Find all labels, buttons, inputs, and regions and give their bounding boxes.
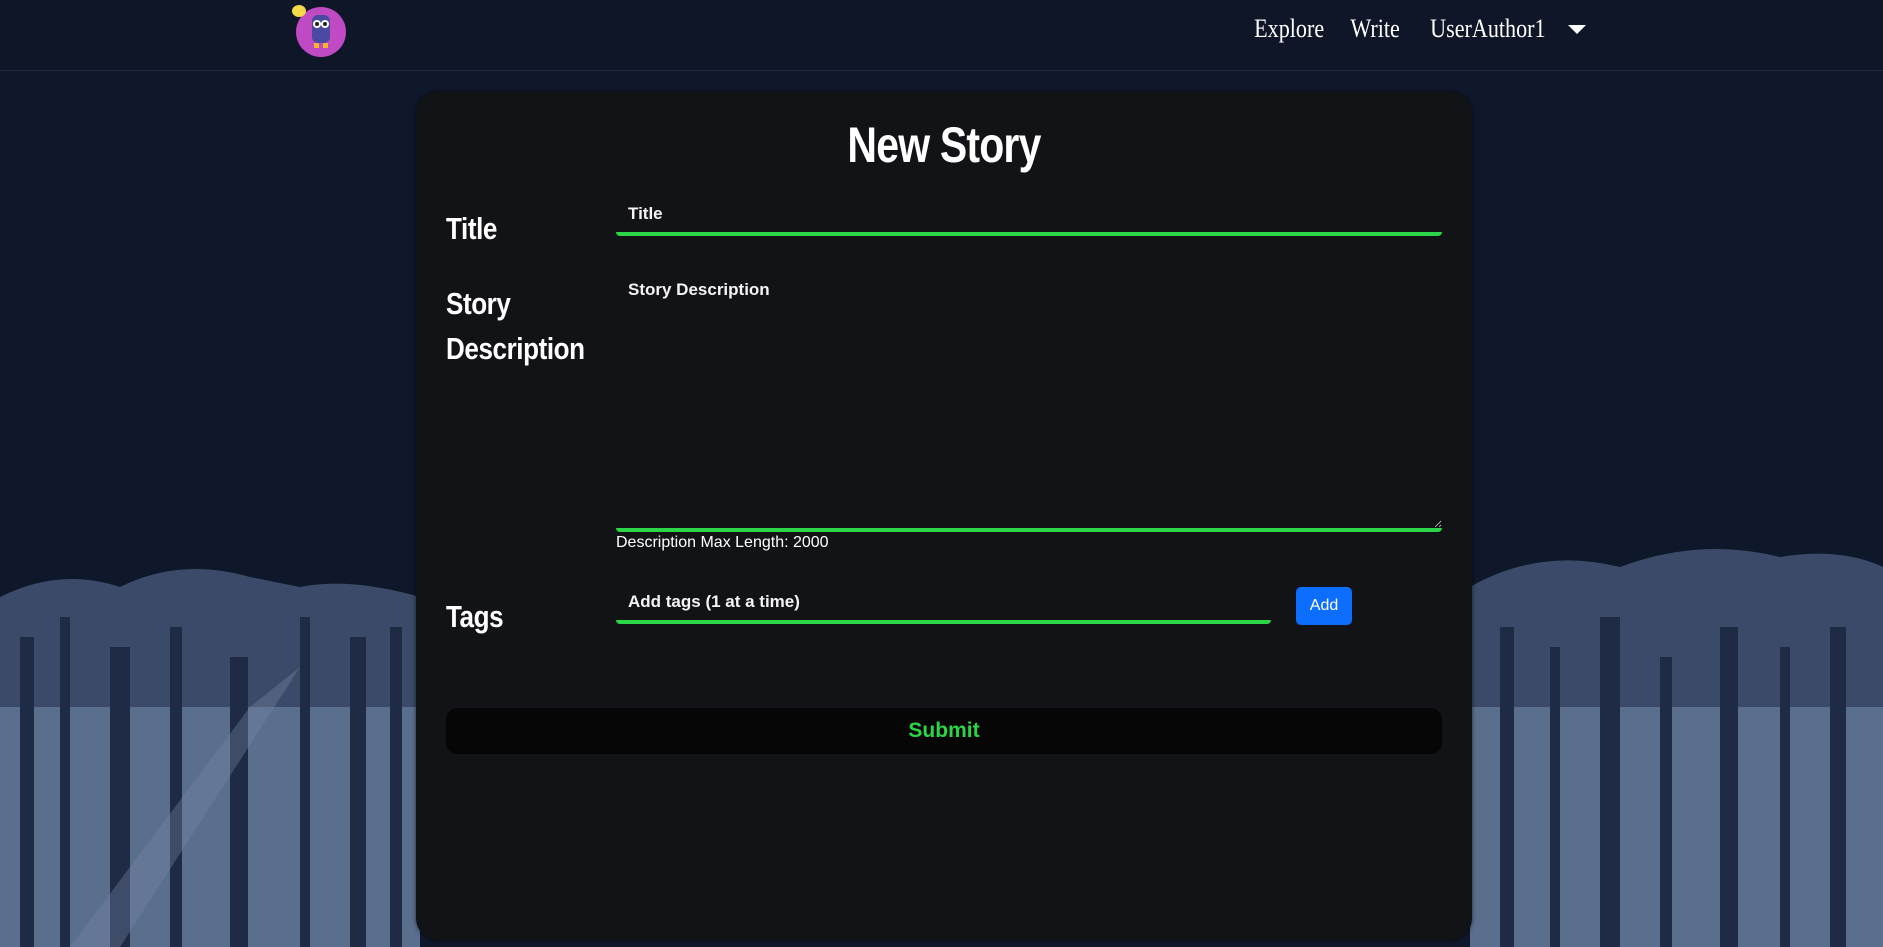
nav-links: Explore Write UserAuthor1 xyxy=(1248,14,1586,44)
top-navbar: Explore Write UserAuthor1 xyxy=(0,0,1883,71)
title-input[interactable] xyxy=(616,196,1442,236)
tags-input[interactable] xyxy=(616,584,1271,624)
description-max-length-hint: Description Max Length: 2000 xyxy=(616,534,829,551)
tags-label: Tags xyxy=(446,599,504,634)
nav-explore-link[interactable]: Explore xyxy=(1254,14,1324,44)
owl-logo-icon[interactable] xyxy=(292,5,346,57)
user-menu-toggle[interactable]: UserAuthor1 xyxy=(1430,14,1545,44)
submit-button[interactable]: Submit xyxy=(446,708,1442,754)
description-label-line2: Description xyxy=(446,331,585,366)
add-tag-button[interactable]: Add xyxy=(1296,587,1352,625)
description-label: Story Description xyxy=(446,281,585,371)
title-label: Title xyxy=(446,211,497,246)
caret-down-icon[interactable] xyxy=(1568,24,1586,34)
story-description-textarea[interactable] xyxy=(616,268,1442,532)
description-label-line1: Story xyxy=(446,286,511,321)
new-story-card: New Story Title Story Description Descri… xyxy=(416,92,1472,940)
nav-write-link[interactable]: Write xyxy=(1350,14,1399,44)
logo-badge xyxy=(292,5,306,17)
page-title: New Story xyxy=(847,117,1041,173)
